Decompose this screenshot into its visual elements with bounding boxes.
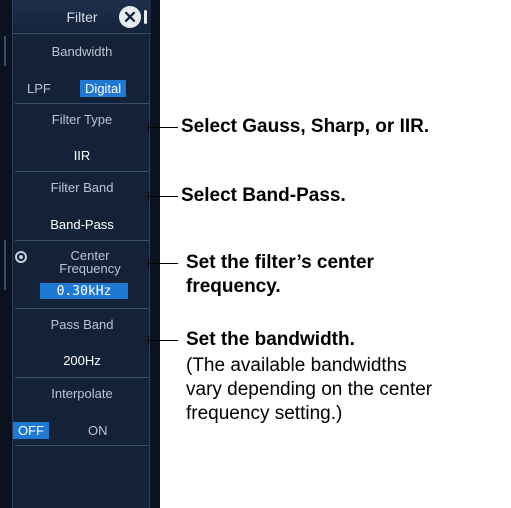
close-icon[interactable]: ✕ — [119, 6, 141, 28]
leader-line-pass-band — [148, 340, 178, 341]
annotation-pass-band-note-1: (The available bandwidths — [186, 355, 407, 376]
bandwidth-option-lpf[interactable]: LPF — [27, 81, 51, 96]
interpolate-option-off[interactable]: OFF — [13, 422, 49, 439]
menu-title-text: Filter — [66, 8, 98, 25]
filter-band-value[interactable]: Band-Pass — [13, 217, 151, 232]
center-frequency-input[interactable]: 0.30kHz — [40, 283, 128, 299]
filter-menu: Filter ✕ Bandwidth LPF Digital Filter Ty… — [12, 0, 151, 508]
leader-line-center-frequency — [148, 263, 178, 264]
separator — [15, 377, 149, 378]
leader-line-filter-band — [148, 196, 178, 197]
annotation-pass-band-note-3: frequency setting.) — [186, 403, 343, 424]
close-button-tab — [144, 10, 147, 24]
leader-line-filter-type — [148, 127, 178, 128]
separator — [15, 240, 149, 241]
interpolate-option-on[interactable]: ON — [88, 423, 108, 438]
annotation-filter-type: Select Gauss, Sharp, or IIR. — [181, 116, 430, 137]
annotation-center-frequency-line1: Set the filter’s center — [186, 252, 374, 273]
annotation-center-frequency-line2: frequency. — [186, 276, 281, 297]
filter-type-label: Filter Type — [51, 112, 113, 127]
separator — [15, 308, 149, 309]
separator — [15, 445, 149, 446]
edge-marker — [4, 240, 6, 290]
annotation-filter-band: Select Band-Pass. — [181, 185, 346, 206]
filter-type-value[interactable]: IIR — [13, 148, 151, 163]
pass-band-label: Pass Band — [50, 317, 114, 332]
edge-marker — [4, 36, 6, 66]
annotation-pass-band-title: Set the bandwidth. — [186, 329, 355, 350]
leader-tick — [148, 259, 149, 268]
bandwidth-option-digital[interactable]: Digital — [80, 80, 127, 97]
separator — [15, 103, 149, 104]
leader-tick — [148, 192, 149, 201]
leader-tick — [148, 123, 149, 132]
leader-tick — [148, 336, 149, 345]
separator — [15, 171, 149, 172]
panel-left-edge — [0, 0, 12, 508]
annotation-pass-band-note-2: vary depending on the center — [186, 379, 433, 400]
filter-band-label: Filter Band — [50, 180, 114, 195]
close-glyph: ✕ — [122, 7, 138, 27]
interpolate-label: Interpolate — [51, 386, 113, 401]
pass-band-value[interactable]: 200Hz — [13, 353, 151, 368]
center-frequency-label-line2: Frequency — [59, 261, 121, 276]
bandwidth-label: Bandwidth — [51, 44, 113, 59]
filter-menu-panel: Filter ✕ Bandwidth LPF Digital Filter Ty… — [0, 0, 160, 508]
